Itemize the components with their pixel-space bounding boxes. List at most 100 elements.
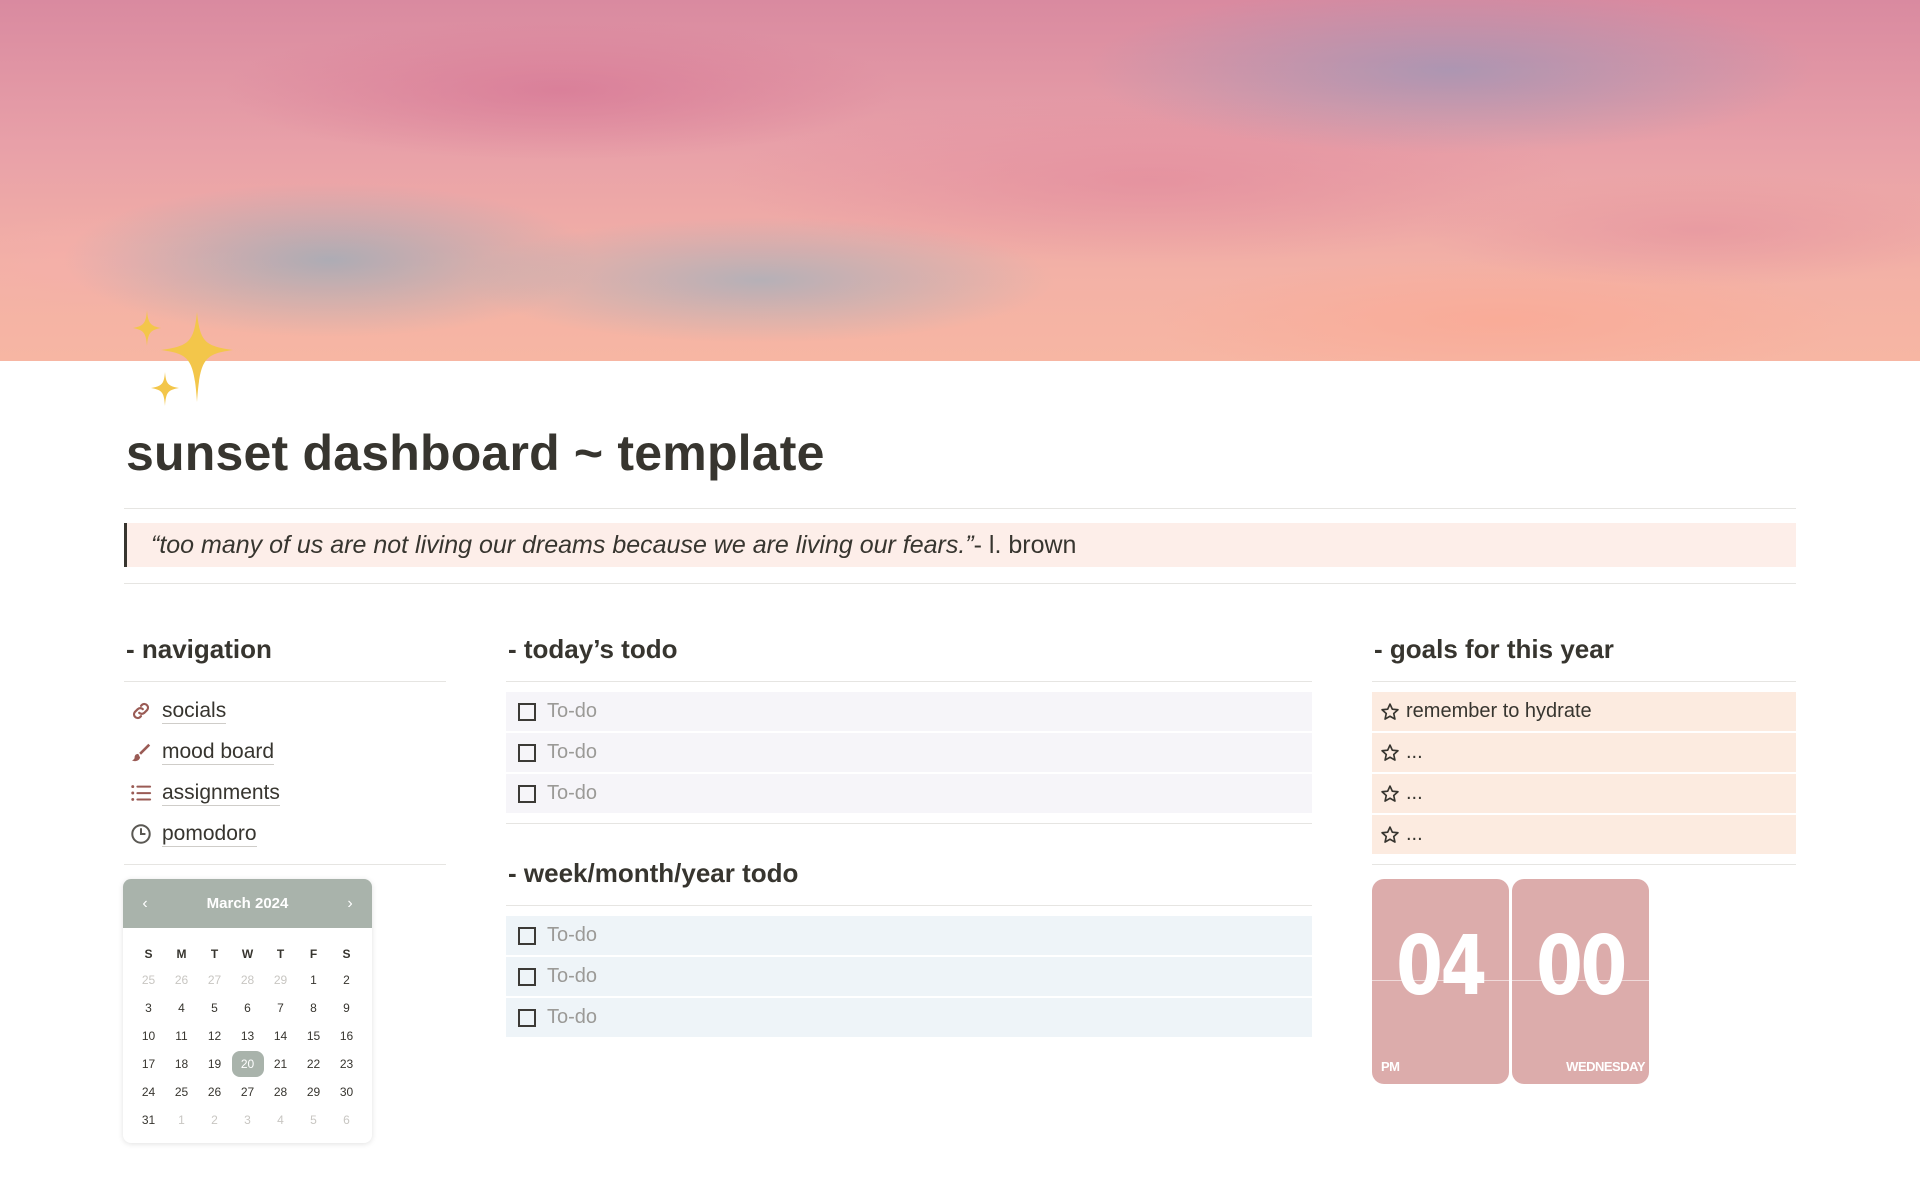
divider <box>1372 681 1796 682</box>
todo-item[interactable]: To-do <box>506 957 1312 996</box>
calendar-day[interactable]: 27 <box>231 1078 264 1106</box>
nav-item-assignments[interactable]: assignments <box>128 776 280 810</box>
calendar-day[interactable]: 2 <box>198 1106 231 1134</box>
calendar-day[interactable]: 4 <box>165 994 198 1022</box>
todo-item[interactable]: To-do <box>506 998 1312 1037</box>
calendar-day[interactable]: 13 <box>231 1022 264 1050</box>
todo-checkbox[interactable] <box>518 1008 536 1027</box>
calendar-day[interactable]: 28 <box>231 966 264 994</box>
todo-label[interactable]: To-do <box>547 741 597 764</box>
goal-label[interactable]: ... <box>1406 823 1423 846</box>
weekday-label: S <box>144 947 153 961</box>
todo-checkbox[interactable] <box>518 967 536 986</box>
goal-item[interactable]: ... <box>1372 733 1796 772</box>
todo-checkbox[interactable] <box>518 784 536 803</box>
chevron-right-icon[interactable]: › <box>342 895 358 913</box>
nav-item-label: pomodoro <box>162 821 257 847</box>
todo-checkbox[interactable] <box>518 743 536 762</box>
todo-checkbox[interactable] <box>518 702 536 721</box>
calendar-day[interactable]: 18 <box>165 1050 198 1078</box>
clock-minute: 00 <box>1536 919 1627 1014</box>
calendar-day[interactable]: 6 <box>231 994 264 1022</box>
chevron-left-icon[interactable]: ‹ <box>137 895 153 913</box>
calendar-day[interactable]: 31 <box>132 1106 165 1134</box>
calendar-day[interactable]: 12 <box>198 1022 231 1050</box>
calendar-day[interactable]: 9 <box>330 994 363 1022</box>
calendar-month: March 2024 <box>206 895 289 912</box>
todo-label[interactable]: To-do <box>547 782 597 805</box>
quote-block: “too many of us are not living our dream… <box>124 523 1796 567</box>
weekday-label: S <box>342 947 351 961</box>
navigation-heading: - navigation <box>126 634 272 664</box>
goal-item[interactable]: remember to hydrate <box>1372 692 1796 731</box>
calendar-day[interactable]: 4 <box>264 1106 297 1134</box>
calendar-day[interactable]: 1 <box>165 1106 198 1134</box>
clock-meridiem: PM <box>1381 1059 1400 1074</box>
calendar-day[interactable]: 21 <box>264 1050 297 1078</box>
calendar-day[interactable]: 26 <box>198 1078 231 1106</box>
calendar-day[interactable]: 14 <box>264 1022 297 1050</box>
calendar-day[interactable]: 17 <box>132 1050 165 1078</box>
todo-label[interactable]: To-do <box>547 924 597 947</box>
weekday-label: T <box>210 947 219 961</box>
calendar-day[interactable]: 10 <box>132 1022 165 1050</box>
cover-image <box>0 0 1920 361</box>
quote-attribution: - l. brown <box>973 530 1077 559</box>
todo-item[interactable]: To-do <box>506 916 1312 955</box>
calendar-day[interactable]: 3 <box>132 994 165 1022</box>
todo-item[interactable]: To-do <box>506 774 1312 813</box>
calendar-day[interactable]: 1 <box>297 966 330 994</box>
calendar-day[interactable]: 3 <box>231 1106 264 1134</box>
calendar-grid: S M T W T F S 25 26 27 28 29 1 2 3 4 5 6 7 8 9 10 11 12 13 14 15 16… <box>123 928 372 1134</box>
todo-checkbox[interactable] <box>518 926 536 945</box>
calendar-day[interactable]: 2 <box>330 966 363 994</box>
todo-label[interactable]: To-do <box>547 965 597 988</box>
calendar-day[interactable]: 6 <box>330 1106 363 1134</box>
todo-item[interactable]: To-do <box>506 733 1312 772</box>
goal-label[interactable]: ... <box>1406 782 1423 805</box>
calendar-day[interactable]: 19 <box>198 1050 231 1078</box>
calendar-day[interactable]: 16 <box>330 1022 363 1050</box>
divider <box>506 905 1312 906</box>
star-outline-icon <box>1380 702 1400 722</box>
calendar-day[interactable]: 28 <box>264 1078 297 1106</box>
calendar-day[interactable]: 24 <box>132 1078 165 1106</box>
nav-item-socials[interactable]: socials <box>128 694 227 728</box>
todo-label[interactable]: To-do <box>547 700 597 723</box>
goal-label[interactable]: remember to hydrate <box>1406 700 1592 723</box>
clock-icon <box>128 821 154 847</box>
calendar-day[interactable]: 27 <box>198 966 231 994</box>
calendar-day-today[interactable]: 20 <box>231 1050 264 1078</box>
calendar-day[interactable]: 25 <box>132 966 165 994</box>
todo-label[interactable]: To-do <box>547 1006 597 1029</box>
nav-item-pomodoro[interactable]: pomodoro <box>128 817 257 851</box>
divider <box>124 508 1796 509</box>
calendar-day[interactable]: 26 <box>165 966 198 994</box>
nav-item-mood-board[interactable]: mood board <box>128 735 275 769</box>
divider <box>124 583 1796 584</box>
goal-item[interactable]: ... <box>1372 815 1796 854</box>
calendar-day[interactable]: 8 <box>297 994 330 1022</box>
goals-heading: - goals for this year <box>1374 634 1614 664</box>
link-icon <box>128 698 154 724</box>
today-todo-heading: - today’s todo <box>508 634 678 664</box>
calendar-day-label: 20 <box>231 1051 264 1077</box>
calendar-day[interactable]: 30 <box>330 1078 363 1106</box>
list-icon <box>128 780 154 806</box>
calendar-day[interactable]: 25 <box>165 1078 198 1106</box>
calendar-day[interactable]: 5 <box>198 994 231 1022</box>
calendar-day[interactable]: 29 <box>264 966 297 994</box>
calendar-header: ‹ March 2024 › <box>123 879 372 928</box>
todo-item[interactable]: To-do <box>506 692 1312 731</box>
calendar-day[interactable]: 15 <box>297 1022 330 1050</box>
goal-item[interactable]: ... <box>1372 774 1796 813</box>
calendar-day[interactable]: 7 <box>264 994 297 1022</box>
calendar-day[interactable]: 29 <box>297 1078 330 1106</box>
nav-item-label: socials <box>162 698 227 724</box>
goal-label[interactable]: ... <box>1406 741 1423 764</box>
paintbrush-icon <box>128 739 154 765</box>
calendar-day[interactable]: 23 <box>330 1050 363 1078</box>
calendar-day[interactable]: 11 <box>165 1022 198 1050</box>
calendar-day[interactable]: 22 <box>297 1050 330 1078</box>
calendar-day[interactable]: 5 <box>297 1106 330 1134</box>
